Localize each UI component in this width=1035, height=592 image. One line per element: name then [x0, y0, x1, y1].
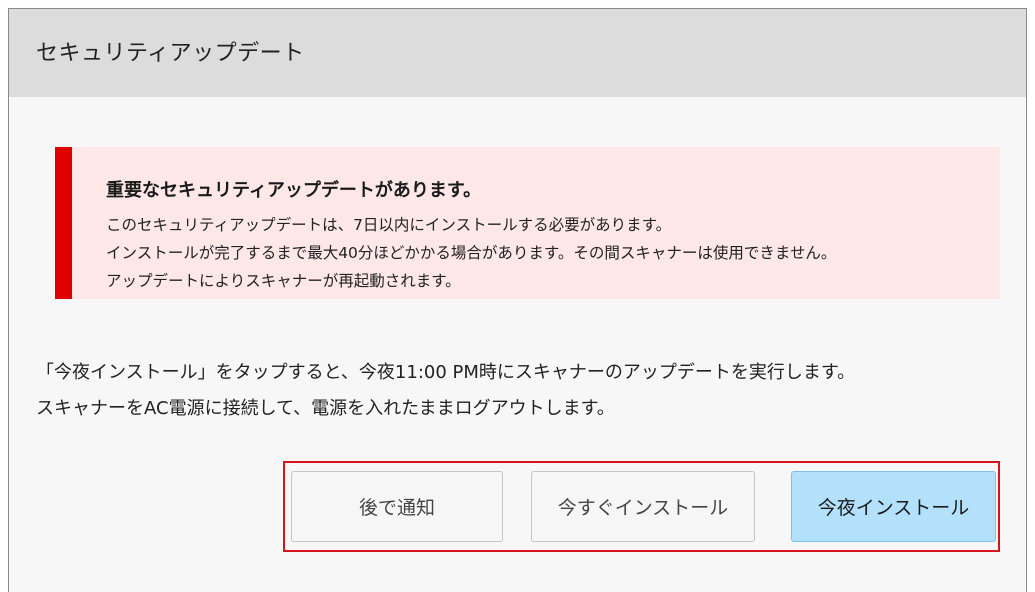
- install-tonight-button[interactable]: 今夜インストール: [791, 471, 996, 542]
- dialog-title: セキュリティアップデート: [36, 41, 305, 66]
- security-update-dialog: セキュリティアップデート 重要なセキュリティアップデートがあります。 このセキュ…: [8, 8, 1027, 592]
- security-alert-box: 重要なセキュリティアップデートがあります。 このセキュリティアップデートは、7日…: [55, 147, 1000, 299]
- alert-line: アップデートによりスキャナーが再起動されます。: [106, 272, 461, 290]
- notify-later-button[interactable]: 後で通知: [291, 471, 503, 542]
- alert-line: このセキュリティアップデートは、7日以内にインストールする必要があります。: [106, 216, 672, 234]
- alert-accent-bar: [55, 147, 72, 299]
- alert-line: インストールが完了するまで最大40分ほどかかる場合があります。その間スキャナーは…: [106, 244, 837, 262]
- install-now-button[interactable]: 今すぐインストール: [531, 471, 755, 542]
- alert-heading: 重要なセキュリティアップデートがあります。: [106, 180, 482, 201]
- instruction-line: 「今夜インストール」をタップすると、今夜11:00 PM時にスキャナーのアップデ…: [36, 362, 856, 383]
- instruction-line: スキャナーをAC電源に接続して、電源を入れたままログアウトします。: [36, 398, 615, 419]
- action-button-group: 後で通知 今すぐインストール 今夜インストール: [283, 461, 1000, 552]
- dialog-titlebar: セキュリティアップデート: [9, 9, 1026, 97]
